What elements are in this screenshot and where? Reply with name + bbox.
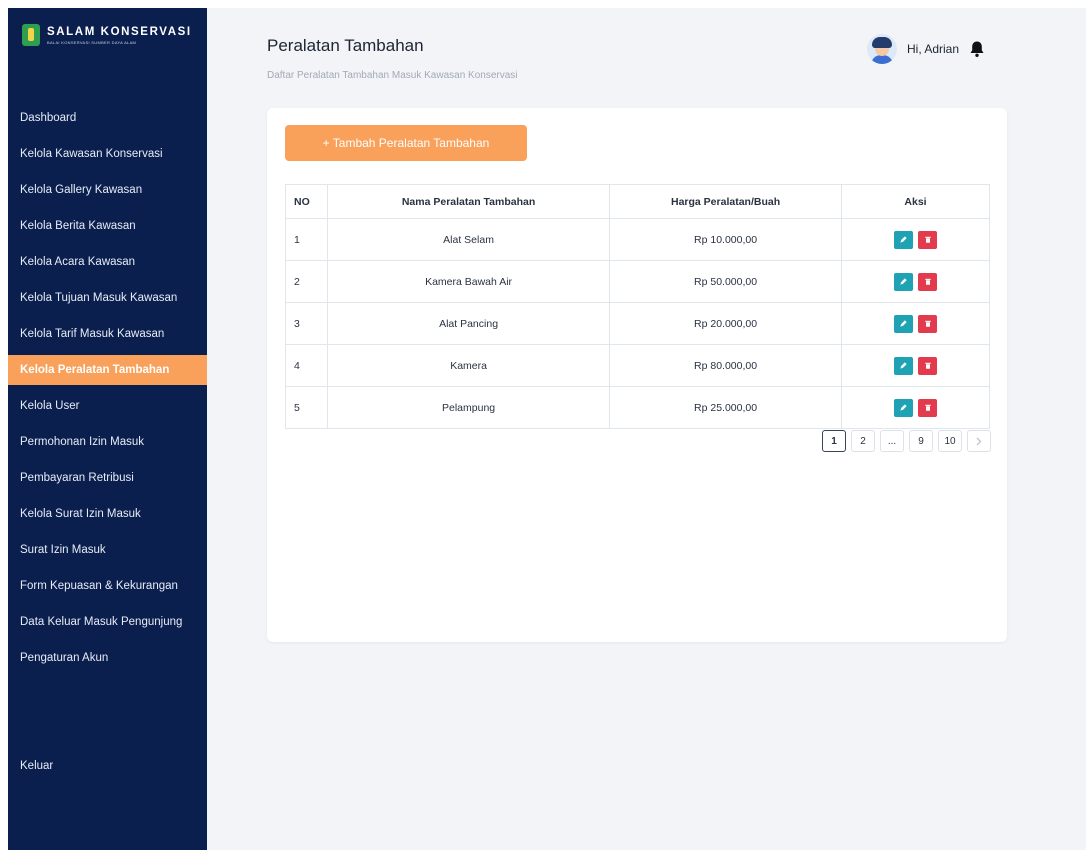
pagination: 1 2 ... 9 10 — [822, 430, 991, 452]
chevron-right-icon[interactable] — [967, 430, 991, 452]
pencil-icon — [900, 236, 907, 243]
row-number: 4 — [285, 344, 328, 387]
delete-button[interactable] — [918, 314, 937, 333]
page-subtitle: Daftar Peralatan Tambahan Masuk Kawasan … — [267, 70, 518, 81]
main-content: Peralatan Tambahan Daftar Peralatan Tamb… — [207, 8, 1086, 850]
trash-icon — [924, 278, 931, 285]
delete-button[interactable] — [918, 272, 937, 291]
add-equipment-button[interactable]: + Tambah Peralatan Tambahan — [285, 125, 527, 161]
row-number: 1 — [285, 218, 328, 261]
row-name: Pelampung — [326, 386, 611, 429]
row-number: 3 — [285, 302, 328, 345]
page-button-1[interactable]: 1 — [822, 430, 846, 452]
sidebar-item-pembayaran-retribusi[interactable]: Pembayaran Retribusi — [8, 460, 207, 496]
table-row: 3 Alat Pancing Rp 20.000,00 — [285, 302, 990, 345]
row-number: 5 — [285, 386, 328, 429]
row-name: Kamera — [326, 344, 611, 387]
row-price: Rp 25.000,00 — [609, 386, 842, 429]
column-header-no: NO — [285, 184, 328, 219]
row-price: Rp 50.000,00 — [609, 260, 842, 303]
column-header-price: Harga Peralatan/Buah — [609, 184, 842, 219]
edit-button[interactable] — [894, 314, 913, 333]
column-header-name: Nama Peralatan Tambahan — [326, 184, 611, 219]
row-name: Alat Pancing — [326, 302, 611, 345]
sidebar-item-tarif-masuk[interactable]: Kelola Tarif Masuk Kawasan — [8, 316, 207, 352]
pencil-icon — [900, 404, 907, 411]
row-name: Alat Selam — [326, 218, 611, 261]
sidebar-item-permohonan-izin[interactable]: Permohonan Izin Masuk — [8, 424, 207, 460]
sidebar-item-kelola-surat-izin[interactable]: Kelola Surat Izin Masuk — [8, 496, 207, 532]
row-name: Kamera Bawah Air — [326, 260, 611, 303]
logout-link[interactable]: Keluar — [20, 760, 53, 772]
edit-button[interactable] — [894, 272, 913, 291]
trash-icon — [924, 236, 931, 243]
edit-button[interactable] — [894, 398, 913, 417]
brand-subtitle: BALAI KONSERVASI SUMBER DAYA ALAM — [47, 39, 137, 45]
sidebar-item-pengaturan-akun[interactable]: Pengaturan Akun — [8, 640, 207, 676]
page-ellipsis: ... — [880, 430, 904, 452]
pencil-icon — [900, 278, 907, 285]
sidebar-item-peralatan-tambahan[interactable]: Kelola Peralatan Tambahan — [8, 355, 207, 385]
edit-button[interactable] — [894, 230, 913, 249]
pencil-icon — [900, 362, 907, 369]
pencil-icon — [900, 320, 907, 327]
sidebar-item-form-kepuasan[interactable]: Form Kepuasan & Kekurangan — [8, 568, 207, 604]
brand-title: SALAM KONSERVASI — [47, 25, 192, 38]
row-price: Rp 80.000,00 — [609, 344, 842, 387]
column-header-actions: Aksi — [841, 184, 990, 219]
table-header-row: NO Nama Peralatan Tambahan Harga Peralat… — [285, 184, 990, 219]
sidebar-item-gallery-kawasan[interactable]: Kelola Gallery Kawasan — [8, 172, 207, 208]
page-button-10[interactable]: 10 — [938, 430, 962, 452]
table-row: 2 Kamera Bawah Air Rp 50.000,00 — [285, 260, 990, 303]
sidebar-item-dashboard[interactable]: Dashboard — [8, 100, 207, 136]
page-title: Peralatan Tambahan — [267, 36, 424, 55]
sidebar-item-acara-kawasan[interactable]: Kelola Acara Kawasan — [8, 244, 207, 280]
brand: SALAM KONSERVASI BALAI KONSERVASI SUMBER… — [22, 24, 192, 46]
sidebar-nav: Dashboard Kelola Kawasan Konservasi Kelo… — [8, 100, 207, 676]
user-menu: Hi, Adrian — [867, 34, 985, 64]
sidebar-item-tujuan-masuk[interactable]: Kelola Tujuan Masuk Kawasan — [8, 280, 207, 316]
trash-icon — [924, 362, 931, 369]
app-frame: SALAM KONSERVASI BALAI KONSERVASI SUMBER… — [8, 8, 1086, 850]
bell-icon[interactable] — [969, 40, 985, 58]
edit-button[interactable] — [894, 356, 913, 375]
row-number: 2 — [285, 260, 328, 303]
sidebar-item-surat-izin[interactable]: Surat Izin Masuk — [8, 532, 207, 568]
equipment-table: NO Nama Peralatan Tambahan Harga Peralat… — [285, 184, 990, 429]
table-row: 4 Kamera Rp 80.000,00 — [285, 344, 990, 387]
delete-button[interactable] — [918, 356, 937, 375]
trash-icon — [924, 404, 931, 411]
row-price: Rp 20.000,00 — [609, 302, 842, 345]
content-card: + Tambah Peralatan Tambahan NO Nama Pera… — [267, 108, 1007, 642]
page-button-9[interactable]: 9 — [909, 430, 933, 452]
sidebar-item-berita-kawasan[interactable]: Kelola Berita Kawasan — [8, 208, 207, 244]
sidebar-item-kawasan-konservasi[interactable]: Kelola Kawasan Konservasi — [8, 136, 207, 172]
sidebar-item-data-pengunjung[interactable]: Data Keluar Masuk Pengunjung — [8, 604, 207, 640]
avatar[interactable] — [867, 34, 897, 64]
page-button-2[interactable]: 2 — [851, 430, 875, 452]
brand-logo-icon — [22, 24, 40, 46]
row-price: Rp 10.000,00 — [609, 218, 842, 261]
delete-button[interactable] — [918, 230, 937, 249]
user-greeting: Hi, Adrian — [907, 42, 960, 56]
table-row: 1 Alat Selam Rp 10.000,00 — [285, 218, 990, 261]
sidebar: SALAM KONSERVASI BALAI KONSERVASI SUMBER… — [8, 8, 207, 850]
sidebar-item-user[interactable]: Kelola User — [8, 388, 207, 424]
table-row: 5 Pelampung Rp 25.000,00 — [285, 386, 990, 429]
delete-button[interactable] — [918, 398, 937, 417]
trash-icon — [924, 320, 931, 327]
